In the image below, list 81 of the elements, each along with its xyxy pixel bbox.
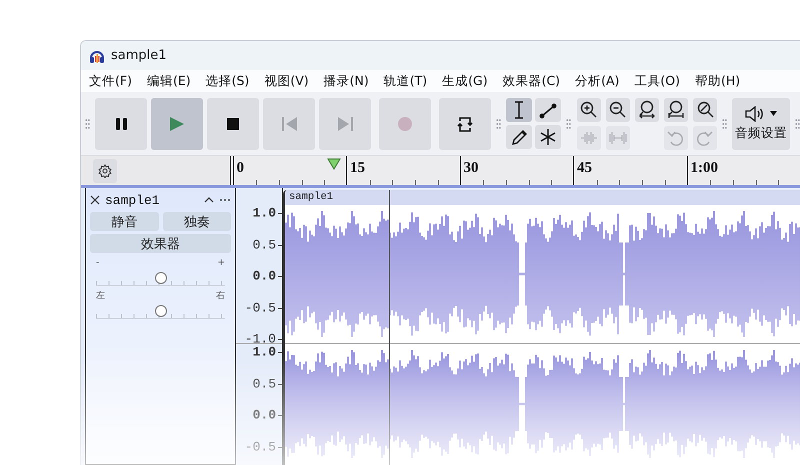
- grip-handle-icon: [794, 118, 800, 130]
- speaker-icon: [744, 106, 765, 122]
- draw-tool-button[interactable]: [506, 125, 532, 149]
- envelope-icon: [539, 100, 558, 120]
- loop-button[interactable]: [439, 98, 492, 150]
- ruler-time-label: 45: [577, 160, 592, 177]
- select-tool-button[interactable]: [506, 98, 532, 122]
- envelope-tool-button[interactable]: [535, 98, 562, 122]
- clip-title: sample1: [285, 190, 800, 205]
- redo-icon: [696, 129, 714, 146]
- amplitude-label: 0.0: [252, 268, 276, 284]
- track-name: sample1: [105, 192, 161, 208]
- zoom-fit-selection-icon: [638, 100, 656, 119]
- undo-icon: [667, 129, 684, 146]
- menu-item[interactable]: 工具(O): [630, 70, 685, 92]
- stop-button[interactable]: [207, 98, 260, 150]
- ruler-time-label: 15: [350, 160, 365, 177]
- gain-max-label: +: [217, 258, 225, 269]
- slider-thumb[interactable]: [154, 305, 166, 317]
- window-title: sample1: [111, 48, 167, 63]
- amplitude-label: 1.0: [252, 344, 276, 360]
- fit-project-button[interactable]: [664, 98, 688, 122]
- pencil-icon: [510, 128, 528, 146]
- ruler-time-label: 30: [464, 160, 478, 177]
- zoom-fit-project-icon: [666, 100, 685, 119]
- close-icon: [90, 195, 100, 205]
- menu-item[interactable]: 效果器(C): [498, 70, 566, 92]
- settings-icon: [98, 164, 112, 178]
- fit-selection-button[interactable]: [634, 98, 659, 122]
- grip-handle-icon: [496, 118, 502, 130]
- menu-item[interactable]: 帮助(H): [690, 70, 746, 92]
- ruler-time-label: 0: [236, 160, 244, 177]
- record-icon: [397, 116, 414, 132]
- playhead-icon: [326, 158, 340, 170]
- amplitude-label: 0.5: [252, 237, 276, 252]
- amplitude-label: 0.0: [252, 408, 276, 422]
- ruler-time-label: 1:00: [690, 160, 718, 177]
- amplitude-label: 0.5: [252, 376, 276, 391]
- zoom-toggle-button[interactable]: [692, 98, 717, 122]
- pan-max-label: 右: [216, 291, 225, 302]
- menu-item[interactable]: 轨道(T): [380, 70, 432, 92]
- menu-item[interactable]: 文件(F): [85, 70, 137, 92]
- slider-thumb[interactable]: [154, 272, 166, 284]
- menu-item[interactable]: 分析(A): [571, 70, 624, 92]
- menu-item[interactable]: 选择(S): [202, 70, 254, 92]
- collapse-icon: [204, 197, 214, 203]
- pan-min-label: 左: [96, 291, 105, 302]
- pause-button[interactable]: [95, 98, 148, 150]
- grip-handle-icon: [722, 118, 727, 130]
- menu-item[interactable]: 编辑(E): [142, 70, 196, 92]
- amplitude-label: -0.5: [244, 439, 276, 454]
- skip-start-icon: [280, 116, 298, 132]
- menu-item[interactable]: 生成(G): [438, 70, 493, 92]
- mute-button[interactable]: 静音: [90, 212, 158, 231]
- zoom-toggle-icon: [696, 101, 714, 118]
- asterisk-icon: [539, 128, 558, 146]
- effects-button[interactable]: 效果器: [90, 234, 231, 253]
- zoom-out-button[interactable]: [606, 98, 630, 122]
- amplitude-label: -0.5: [244, 300, 276, 315]
- gain-min-label: -: [96, 258, 100, 269]
- caret-icon: [770, 111, 777, 116]
- zoom-in-icon: [580, 101, 598, 118]
- multi-tool-button[interactable]: [535, 125, 562, 149]
- grip-handle-icon: [85, 118, 90, 130]
- audio-setup-button[interactable]: 音频设置: [732, 98, 790, 150]
- grip-handle-icon: [566, 118, 572, 130]
- zoom-out-icon: [609, 101, 626, 118]
- amplitude-label: 1.0: [252, 206, 276, 220]
- solo-button[interactable]: 独奏: [162, 212, 231, 231]
- loop-icon: [456, 114, 474, 132]
- play-button[interactable]: [151, 98, 204, 150]
- pause-icon: [114, 116, 128, 130]
- settings-button[interactable]: [93, 158, 117, 182]
- menu-item[interactable]: 播录(N): [320, 70, 374, 92]
- play-icon: [169, 116, 186, 132]
- skip-end-icon: [336, 116, 354, 132]
- zoom-in-button[interactable]: [576, 98, 601, 122]
- amplitude-label: -1.0: [244, 332, 276, 346]
- menu-item[interactable]: 视图(V): [260, 70, 314, 92]
- stop-icon: [226, 116, 240, 130]
- more-icon: [219, 198, 231, 202]
